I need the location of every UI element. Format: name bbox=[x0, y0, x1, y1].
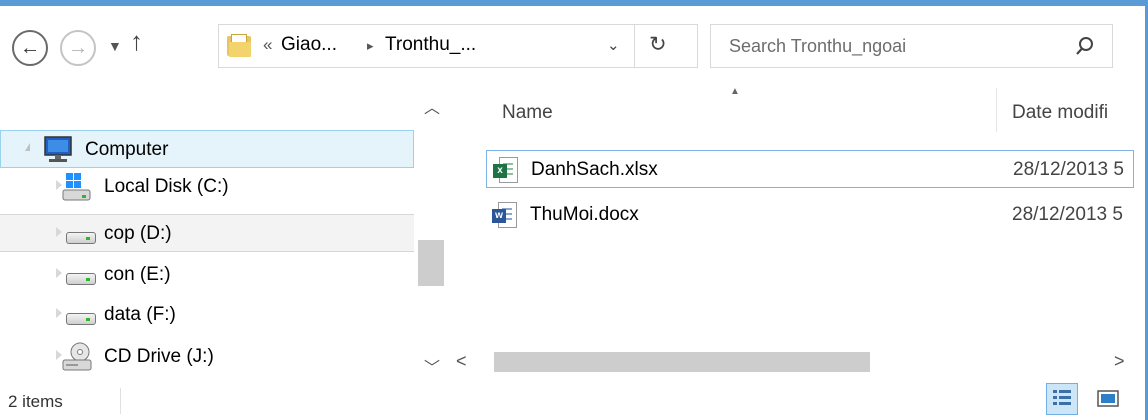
back-arrow-icon: ← bbox=[20, 36, 40, 59]
breadcrumb-segment[interactable]: Tronthu_... bbox=[385, 34, 476, 56]
address-history-dropdown-icon[interactable]: ⌄ bbox=[607, 36, 620, 54]
details-view-icon bbox=[1053, 390, 1071, 405]
refresh-icon[interactable]: ↻ bbox=[649, 32, 667, 57]
nav-item-label: Computer bbox=[85, 139, 169, 160]
nav-item-label: data (F:) bbox=[104, 304, 176, 325]
scroll-thumb[interactable] bbox=[494, 352, 870, 372]
divider bbox=[120, 388, 121, 414]
window-top-border bbox=[0, 0, 1148, 6]
file-name: ThuMoi.docx bbox=[530, 204, 639, 225]
scroll-down-icon[interactable]: ﹀ bbox=[424, 354, 440, 378]
file-date: 28/12/2013 5 bbox=[1012, 204, 1123, 225]
file-date: 28/12/2013 5 bbox=[1013, 159, 1124, 180]
large-icons-view-button[interactable] bbox=[1092, 383, 1124, 415]
column-divider[interactable] bbox=[996, 88, 997, 132]
nav-item-data-drive[interactable]: data (F:) bbox=[0, 296, 414, 334]
nav-item-cd-drive[interactable]: CD Drive (J:) bbox=[0, 338, 414, 376]
breadcrumb-segment[interactable]: Giao... bbox=[281, 34, 337, 56]
expand-icon[interactable] bbox=[56, 268, 62, 278]
search-box[interactable]: Search Tronthu_ngoai bbox=[710, 24, 1113, 68]
scroll-left-icon[interactable]: < bbox=[456, 351, 467, 372]
scroll-up-icon[interactable]: ︿ bbox=[424, 94, 440, 118]
nav-item-label: CD Drive (J:) bbox=[104, 346, 214, 367]
drive-icon bbox=[66, 308, 96, 325]
recent-locations-dropdown[interactable]: ▼ bbox=[108, 38, 122, 54]
file-row[interactable]: w ThuMoi.docx 28/12/2013 5 bbox=[486, 196, 1134, 234]
address-bar[interactable]: « Giao... ▸ Tronthu_... ⌄ ↻ bbox=[218, 24, 698, 68]
navigation-pane: Computer Local Disk (C:) cop (D:) con (E… bbox=[0, 86, 450, 382]
divider bbox=[634, 25, 635, 67]
collapse-icon[interactable] bbox=[25, 143, 30, 151]
up-button[interactable]: ↑ bbox=[130, 26, 143, 57]
column-header-name[interactable]: Name bbox=[502, 102, 553, 124]
large-icons-view-icon bbox=[1097, 390, 1119, 407]
file-row[interactable]: x DanhSach.xlsx 28/12/2013 5 bbox=[486, 150, 1134, 188]
nav-item-label: Local Disk (C:) bbox=[104, 176, 229, 197]
column-header-date[interactable]: Date modifi bbox=[1012, 102, 1108, 124]
nav-item-computer[interactable]: Computer bbox=[0, 130, 414, 168]
nav-scrollbar[interactable]: ︿ ﹀ bbox=[414, 86, 448, 382]
back-button[interactable]: ← bbox=[12, 30, 48, 66]
expand-icon[interactable] bbox=[56, 227, 62, 237]
cd-drive-icon bbox=[62, 342, 92, 371]
search-icon[interactable] bbox=[1075, 36, 1095, 56]
nav-item-local-disk[interactable]: Local Disk (C:) bbox=[0, 168, 414, 206]
drive-icon bbox=[66, 268, 96, 285]
nav-item-con-drive[interactable]: con (E:) bbox=[0, 256, 414, 294]
search-input[interactable]: Search Tronthu_ngoai bbox=[729, 36, 906, 57]
nav-item-label: con (E:) bbox=[104, 264, 171, 285]
excel-icon: x bbox=[493, 157, 518, 183]
file-list-scrollbar[interactable]: < > bbox=[450, 348, 1140, 376]
folder-icon bbox=[227, 34, 253, 58]
nav-item-label: cop (D:) bbox=[104, 223, 172, 244]
scroll-right-icon[interactable]: > bbox=[1114, 351, 1125, 372]
windows-drive-icon bbox=[62, 173, 91, 201]
details-view-button[interactable] bbox=[1046, 383, 1078, 415]
forward-arrow-icon: → bbox=[68, 36, 88, 59]
forward-button[interactable]: → bbox=[60, 30, 96, 66]
file-name: DanhSach.xlsx bbox=[531, 159, 658, 180]
address-overflow[interactable]: « bbox=[263, 35, 272, 55]
nav-item-cop-drive[interactable]: cop (D:) bbox=[0, 214, 414, 252]
sort-ascending-icon: ▲ bbox=[730, 86, 740, 97]
word-icon: w bbox=[492, 202, 517, 228]
scroll-thumb[interactable] bbox=[418, 240, 444, 286]
drive-icon bbox=[66, 227, 96, 244]
up-arrow-icon: ↑ bbox=[130, 26, 143, 56]
computer-icon bbox=[44, 136, 72, 162]
expand-icon[interactable] bbox=[56, 308, 62, 318]
breadcrumb-separator-icon[interactable]: ▸ bbox=[367, 38, 374, 54]
status-item-count: 2 items bbox=[8, 392, 63, 411]
